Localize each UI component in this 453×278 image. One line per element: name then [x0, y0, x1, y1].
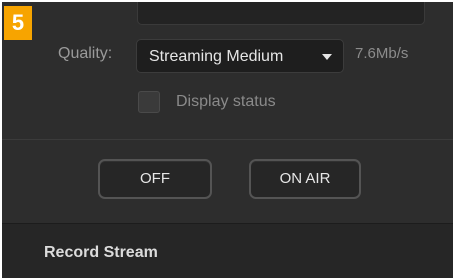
on-air-button[interactable]: ON AIR	[249, 159, 361, 199]
quality-label: Quality:	[58, 45, 113, 62]
record-stream-section[interactable]: Record Stream	[2, 223, 453, 278]
display-status-checkbox[interactable]	[138, 91, 160, 113]
quality-selected-value: Streaming Medium	[149, 48, 284, 65]
off-button[interactable]: OFF	[98, 159, 212, 199]
step-number-badge: 5	[4, 6, 32, 40]
bitrate-readout: 7.6Mb/s	[355, 45, 409, 62]
chevron-down-icon	[322, 54, 332, 60]
display-status-label: Display status	[176, 93, 276, 110]
quality-dropdown[interactable]: Streaming Medium	[136, 39, 344, 73]
streaming-panel: Quality: Streaming Medium 7.6Mb/s Displa…	[2, 2, 453, 278]
divider	[2, 139, 453, 140]
stream-key-field[interactable]	[137, 2, 425, 25]
record-stream-title: Record Stream	[44, 244, 158, 261]
